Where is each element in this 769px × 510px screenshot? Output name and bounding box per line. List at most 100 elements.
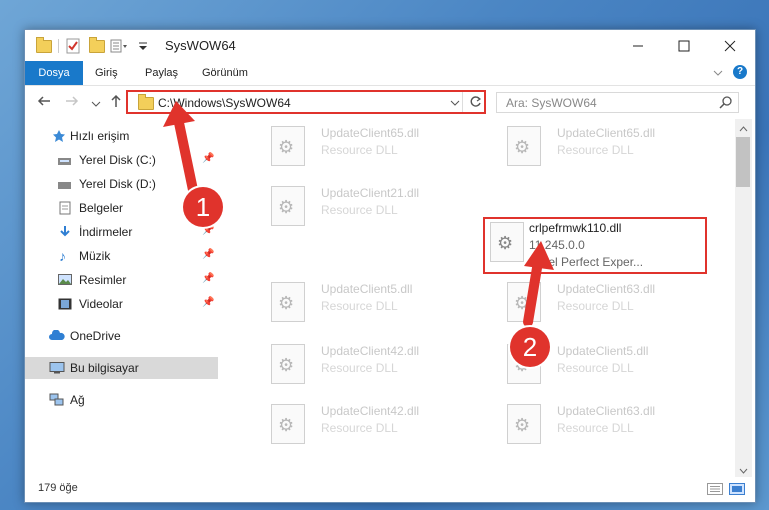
close-button[interactable] bbox=[707, 30, 753, 61]
sidebar-item-downloads[interactable]: İndirmeler 📌 bbox=[25, 221, 218, 243]
folder-icon bbox=[138, 94, 154, 110]
details-view-icon[interactable] bbox=[707, 483, 723, 498]
up-button[interactable] bbox=[109, 94, 123, 111]
drive-icon bbox=[58, 155, 72, 167]
dll-file-icon bbox=[507, 126, 541, 166]
vertical-scrollbar[interactable] bbox=[735, 119, 752, 478]
sidebar-item-quick-access[interactable]: Hızlı erişim bbox=[25, 125, 218, 147]
back-button[interactable] bbox=[37, 94, 51, 111]
dll-file-icon bbox=[271, 344, 305, 384]
customize-toolbar-icon[interactable] bbox=[138, 38, 148, 54]
scroll-down-icon[interactable] bbox=[739, 464, 748, 478]
new-folder-icon[interactable] bbox=[89, 36, 105, 54]
videos-icon bbox=[58, 298, 72, 310]
file-name: UpdateClient5.dll bbox=[321, 282, 413, 296]
properties-icon[interactable] bbox=[66, 38, 80, 54]
pin-icon: 📌 bbox=[202, 297, 215, 308]
file-description: Resource DLL bbox=[321, 203, 398, 217]
download-icon bbox=[59, 225, 73, 237]
sidebar-item-this-pc[interactable]: Bu bilgisayar bbox=[25, 357, 218, 379]
tab-file[interactable]: Dosya bbox=[25, 61, 83, 85]
dll-file-icon bbox=[271, 186, 305, 226]
file-name: UpdateClient21.dll bbox=[321, 186, 420, 200]
tiles-view-icon[interactable] bbox=[729, 483, 745, 498]
explorer-window: SysWOW64 Dosya Giriş Paylaş Görünüm ? C:… bbox=[24, 29, 756, 503]
refresh-icon[interactable] bbox=[469, 95, 482, 111]
dll-file-icon bbox=[271, 404, 305, 444]
file-name: UpdateClient63.dll bbox=[557, 404, 656, 418]
scroll-up-icon[interactable] bbox=[739, 122, 748, 136]
star-icon bbox=[52, 129, 66, 142]
search-icon bbox=[719, 96, 732, 112]
close-icon bbox=[724, 40, 736, 52]
pin-icon: 📌 bbox=[202, 249, 215, 260]
file-item[interactable]: UpdateClient42.dll Resource DLL bbox=[251, 399, 471, 449]
quick-access-folder-icon[interactable] bbox=[36, 36, 52, 54]
view-options-icon[interactable] bbox=[110, 38, 128, 54]
up-arrow-icon bbox=[111, 94, 121, 107]
callout-badge: 1 bbox=[183, 187, 223, 227]
file-name: UpdateClient5.dll bbox=[557, 344, 649, 358]
file-name: UpdateClient42.dll bbox=[321, 404, 420, 418]
tab-view[interactable]: Görünüm bbox=[202, 61, 248, 85]
sidebar-item-music[interactable]: ♪ Müzik 📌 bbox=[25, 245, 218, 267]
file-description: Resource DLL bbox=[557, 299, 634, 313]
file-item[interactable]: UpdateClient65.dll Resource DLL bbox=[251, 121, 471, 171]
pin-icon: 📌 bbox=[202, 153, 215, 164]
file-description: Resource DLL bbox=[321, 361, 398, 375]
file-item[interactable]: UpdateClient21.dll Resource DLL bbox=[251, 181, 471, 231]
navigation-pane: Hızlı erişim Yerel Disk (C:) 📌 Yerel Dis… bbox=[25, 119, 218, 479]
dll-file-icon bbox=[271, 126, 305, 166]
documents-icon bbox=[59, 201, 73, 215]
maximize-button[interactable] bbox=[661, 30, 707, 61]
file-name: UpdateClient65.dll bbox=[321, 126, 420, 140]
help-icon[interactable]: ? bbox=[733, 65, 747, 79]
dll-file-icon bbox=[507, 404, 541, 444]
sidebar-item-videos[interactable]: Videolar 📌 bbox=[25, 293, 218, 315]
title-bar: SysWOW64 bbox=[25, 30, 755, 61]
forward-button[interactable] bbox=[65, 94, 79, 111]
file-name: UpdateClient65.dll bbox=[557, 126, 656, 140]
file-name: UpdateClient63.dll bbox=[557, 282, 656, 296]
navigation-bar: C:\Windows\SysWOW64 Ara: SysWOW64 bbox=[25, 85, 755, 119]
file-description: Resource DLL bbox=[321, 299, 398, 313]
file-description: Resource DLL bbox=[321, 421, 398, 435]
file-item[interactable]: UpdateClient65.dll Resource DLL bbox=[487, 121, 707, 171]
expand-ribbon-icon[interactable] bbox=[713, 67, 723, 81]
sidebar-item-network[interactable]: Ağ bbox=[25, 389, 218, 411]
computer-icon bbox=[49, 362, 65, 374]
file-item[interactable]: UpdateClient63.dll Resource DLL bbox=[487, 277, 707, 327]
tab-home[interactable]: Giriş bbox=[95, 61, 118, 85]
tab-share[interactable]: Paylaş bbox=[145, 61, 178, 85]
cloud-icon bbox=[49, 329, 65, 342]
address-bar[interactable]: C:\Windows\SysWOW64 bbox=[126, 90, 486, 114]
search-input[interactable]: Ara: SysWOW64 bbox=[506, 96, 597, 110]
file-view: UpdateClient65.dll Resource DLL UpdateCl… bbox=[219, 119, 735, 477]
file-item[interactable]: UpdateClient63.dll Resource DLL bbox=[487, 399, 707, 449]
pictures-icon bbox=[58, 274, 72, 286]
forward-arrow-icon bbox=[66, 96, 79, 106]
file-description: Resource DLL bbox=[321, 143, 398, 157]
item-count: 179 öğe bbox=[38, 482, 78, 494]
sidebar-item-onedrive[interactable]: OneDrive bbox=[25, 325, 218, 347]
search-box[interactable]: Ara: SysWOW64 bbox=[496, 92, 739, 113]
minimize-button[interactable] bbox=[615, 30, 661, 61]
recent-locations-button[interactable] bbox=[91, 96, 101, 112]
file-description: Resource DLL bbox=[557, 143, 634, 157]
sidebar-item-pictures[interactable]: Resimler 📌 bbox=[25, 269, 218, 291]
pin-icon: 📌 bbox=[202, 273, 215, 284]
dll-file-icon bbox=[271, 282, 305, 322]
back-arrow-icon bbox=[37, 96, 50, 106]
status-bar: 179 öğe bbox=[25, 477, 755, 502]
music-icon: ♪ bbox=[59, 248, 66, 264]
sidebar-item-disk-c[interactable]: Yerel Disk (C:) 📌 bbox=[25, 149, 218, 171]
window-title: SysWOW64 bbox=[165, 38, 236, 53]
scrollbar-thumb[interactable] bbox=[736, 137, 750, 187]
qa-separator bbox=[58, 38, 59, 54]
file-description: Resource DLL bbox=[557, 361, 634, 375]
highlight-box bbox=[483, 217, 707, 274]
file-item[interactable]: UpdateClient42.dll Resource DLL bbox=[251, 339, 471, 389]
address-dropdown-icon[interactable] bbox=[450, 97, 460, 111]
file-item[interactable]: UpdateClient5.dll Resource DLL bbox=[251, 277, 471, 327]
chevron-down-icon bbox=[91, 101, 101, 107]
